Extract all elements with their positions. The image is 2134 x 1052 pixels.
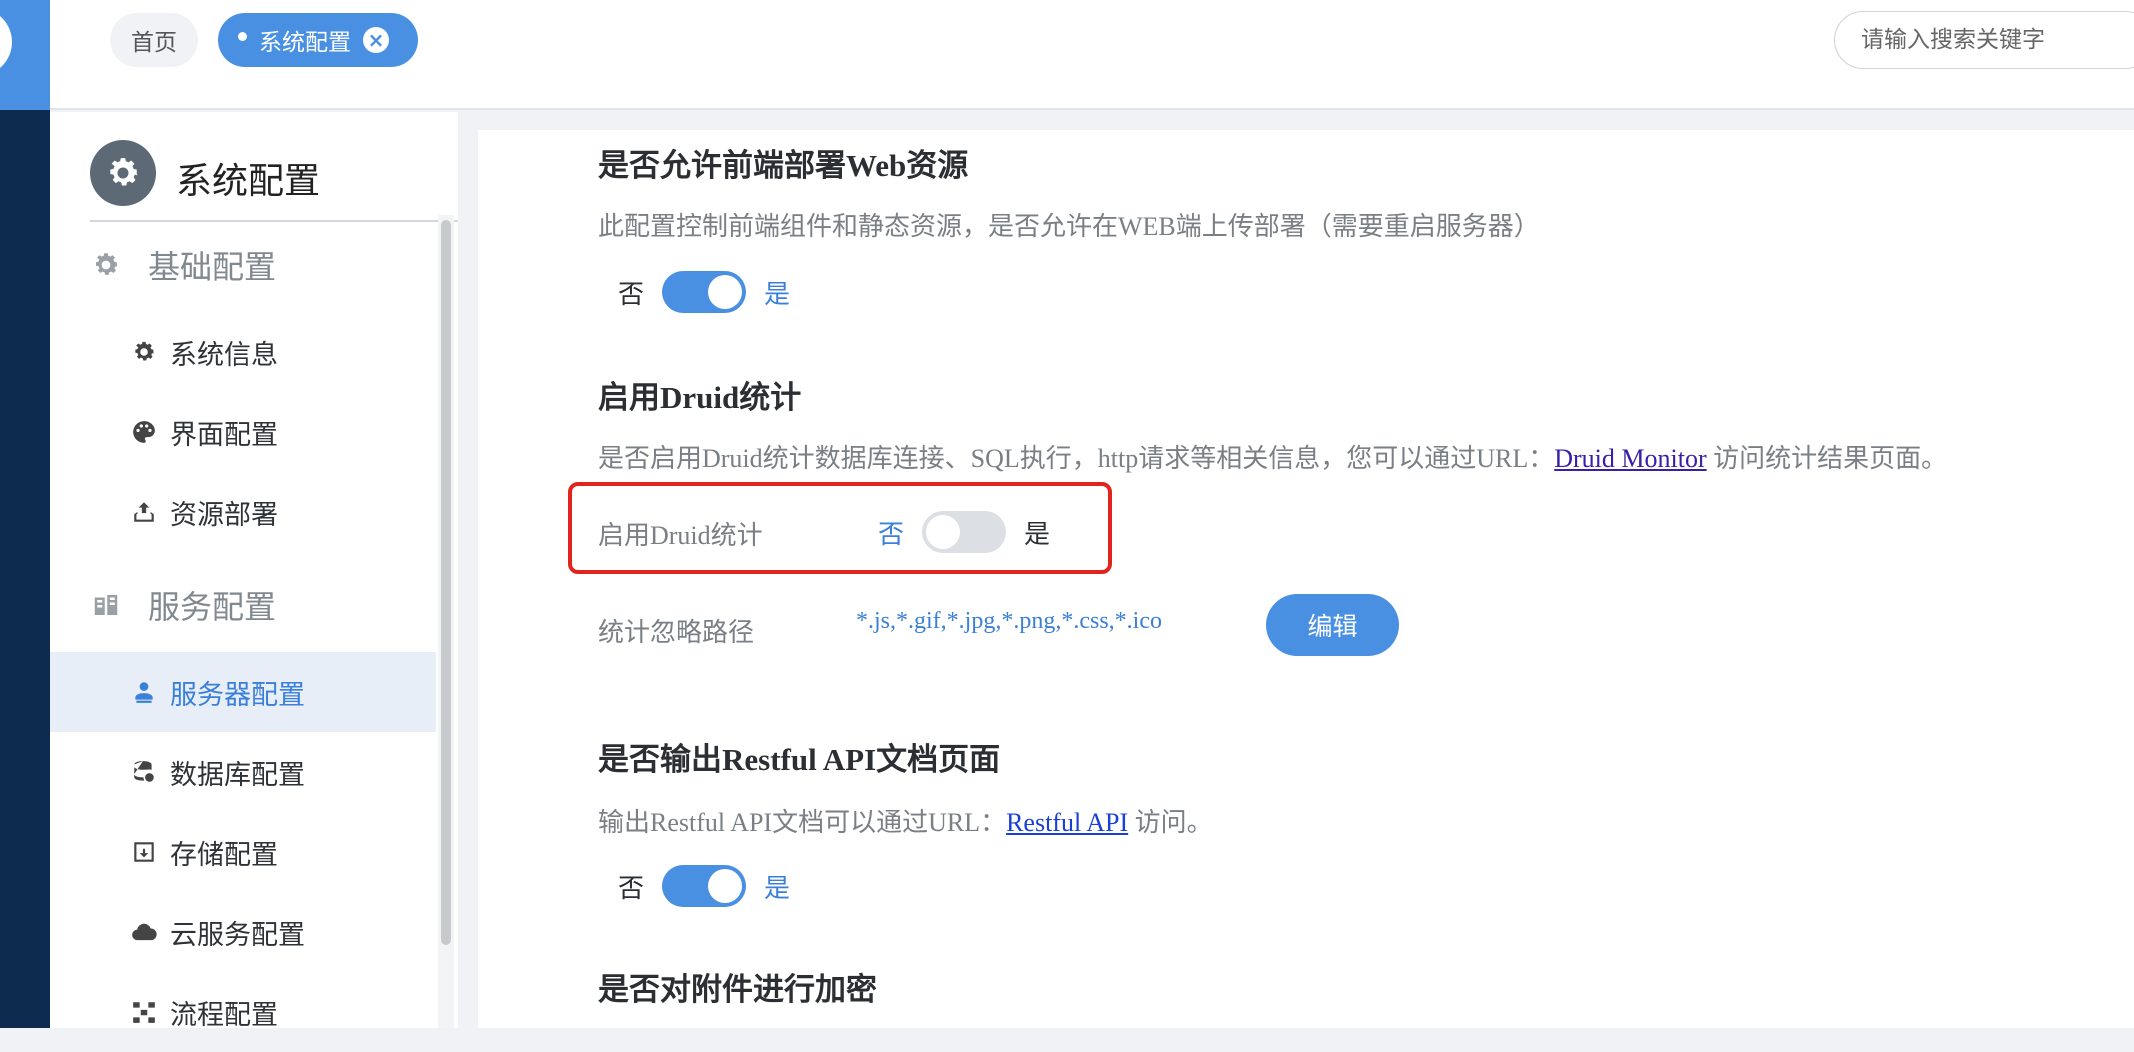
restful-api-link[interactable]: Restful API — [1006, 808, 1128, 837]
gear-icon — [90, 249, 122, 281]
tab-system-config-label: 系统配置 — [259, 30, 351, 56]
web-deploy-title: 是否允许前端部署Web资源 — [598, 148, 969, 183]
toggle-on-label: 是 — [764, 279, 791, 309]
sidebar-item-flow-config[interactable]: 流程配置 — [50, 972, 436, 1052]
sidebar-scrollbar-thumb[interactable] — [441, 220, 451, 945]
tab-home-label: 首页 — [131, 30, 177, 56]
servers-icon — [90, 589, 122, 621]
nav-group-label: 服务配置 — [148, 588, 277, 626]
sidebar-item-resource-deploy[interactable]: 资源部署 — [50, 472, 436, 552]
gear-icon — [130, 338, 158, 366]
upload-icon — [130, 498, 158, 526]
nav-group-service[interactable]: 服务配置 — [90, 582, 276, 628]
tab-system-config[interactable]: 系统配置 × — [218, 13, 418, 67]
restful-desc-suffix: 访问。 — [1128, 808, 1213, 837]
switch-knob — [708, 869, 743, 903]
main-content: 是否允许前端部署Web资源 此配置控制前端组件和静态资源，是否允许在WEB端上传… — [478, 130, 2134, 1028]
sidebar-item-label: 服务器配置 — [170, 679, 305, 711]
search-input[interactable] — [1834, 11, 2134, 69]
palette-icon — [130, 418, 158, 446]
cloud-icon — [130, 918, 158, 946]
app-rail — [0, 0, 50, 1028]
sidebar-item-label: 流程配置 — [170, 999, 278, 1031]
web-deploy-switch[interactable] — [662, 271, 747, 313]
druid-title: 启用Druid统计 — [598, 380, 802, 415]
sidebar-item-system-info[interactable]: 系统信息 — [50, 312, 436, 392]
restful-desc: 输出Restful API文档可以通过URL：Restful API 访问。 — [598, 802, 1213, 839]
sidebar-item-storage-config[interactable]: 存储配置 — [50, 812, 436, 892]
flow-icon — [130, 998, 158, 1026]
sidebar-item-server-config[interactable]: 服务器配置 — [50, 652, 436, 732]
web-deploy-desc: 此配置控制前端组件和静态资源，是否允许在WEB端上传部署（需要重启服务器） — [598, 212, 1540, 241]
sidebar-item-label: 数据库配置 — [170, 759, 305, 791]
druid-desc: 是否启用Druid统计数据库连接、SQL执行，http请求等相关信息，您可以通过… — [598, 438, 1947, 475]
database-icon — [130, 758, 158, 786]
sidebar: 系统配置 基础配置 系统信息 界面配置 资源部署 服务配置 服务器配置 数据库配… — [50, 112, 458, 1031]
sidebar-header: 系统配置 — [90, 140, 458, 222]
nav-group-label: 基础配置 — [148, 248, 277, 286]
sidebar-item-cloud-config[interactable]: 云服务配置 — [50, 892, 436, 972]
sidebar-item-label: 资源部署 — [170, 499, 278, 531]
sidebar-item-database-config[interactable]: 数据库配置 — [50, 732, 436, 812]
nav-group-basic[interactable]: 基础配置 — [90, 242, 276, 288]
druid-ignore-label: 统计忽略路径 — [598, 618, 755, 647]
archive-icon — [130, 838, 158, 866]
web-deploy-toggle-row: 否 是 — [618, 270, 790, 314]
server-user-icon — [130, 678, 158, 706]
sidebar-item-label: 云服务配置 — [170, 919, 305, 951]
restful-toggle-row: 否 是 — [618, 864, 790, 908]
sidebar-item-ui-config[interactable]: 界面配置 — [50, 392, 436, 472]
toggle-on-label: 是 — [764, 873, 791, 903]
gear-icon — [90, 140, 156, 206]
top-bar: 首页 系统配置 × — [50, 0, 2134, 110]
sidebar-item-label: 存储配置 — [170, 839, 278, 871]
toggle-off-label: 否 — [618, 279, 645, 309]
druid-monitor-link[interactable]: Druid Monitor — [1554, 444, 1706, 473]
active-dot-icon — [238, 31, 247, 41]
sidebar-item-label: 界面配置 — [170, 419, 278, 451]
restful-title: 是否输出Restful API文档页面 — [598, 742, 1001, 777]
restful-desc-prefix: 输出Restful API文档可以通过URL： — [598, 808, 1007, 837]
sidebar-item-label: 系统信息 — [170, 339, 278, 371]
restful-switch[interactable] — [662, 865, 747, 907]
switch-knob — [708, 275, 743, 309]
toggle-off-label: 否 — [618, 873, 645, 903]
encrypt-title: 是否对附件进行加密 — [598, 972, 877, 1007]
close-icon[interactable]: × — [363, 27, 389, 53]
sidebar-title: 系统配置 — [176, 161, 321, 202]
highlight-box — [568, 482, 1112, 574]
druid-ignore-value: *.js,*.gif,*.jpg,*.png,*.css,*.ico — [856, 608, 1162, 634]
tab-home[interactable]: 首页 — [110, 13, 198, 67]
druid-desc-suffix: 访问统计结果页面。 — [1706, 444, 1948, 473]
druid-desc-prefix: 是否启用Druid统计数据库连接、SQL执行，http请求等相关信息，您可以通过… — [598, 444, 1555, 473]
edit-button[interactable]: 编辑 — [1266, 594, 1399, 656]
